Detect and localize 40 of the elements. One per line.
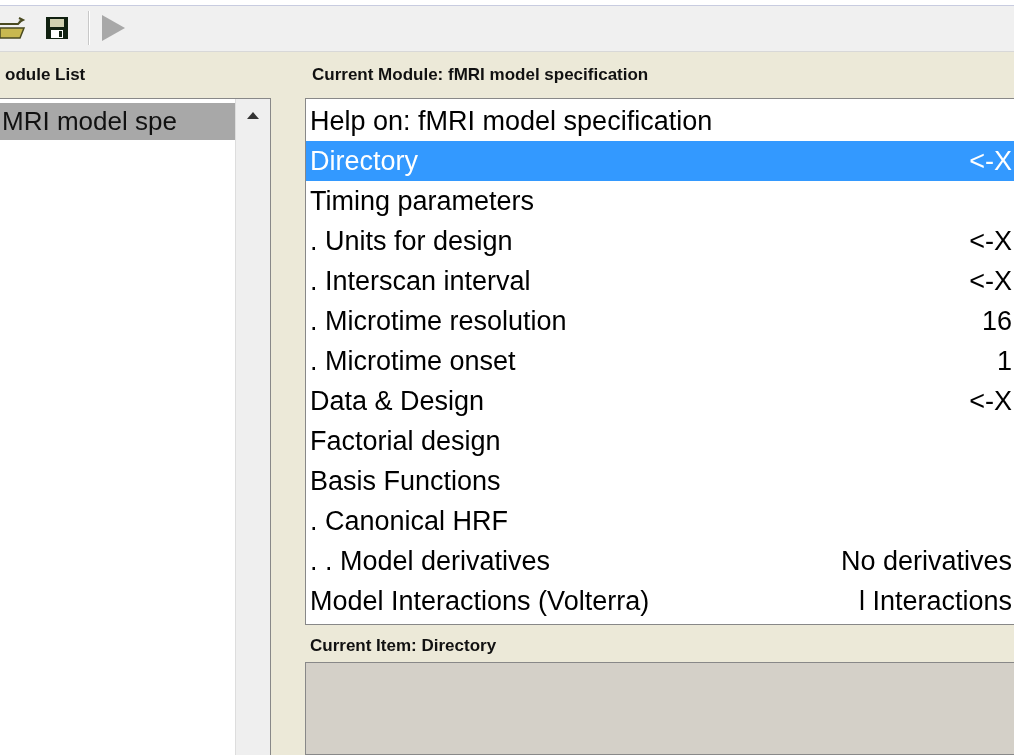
panel-title: Current Item: Directory — [309, 635, 498, 657]
item-label: . Microtime resolution — [310, 305, 567, 338]
scrollbar[interactable] — [235, 99, 270, 755]
settings-list-item[interactable]: Factorial design — [306, 421, 1014, 461]
item-value: <-X — [969, 145, 1012, 178]
item-label: . Microtime onset — [310, 345, 516, 378]
item-label: . Units for design — [310, 225, 513, 258]
settings-list-item[interactable]: . Units for design <-X — [306, 221, 1014, 261]
panel-title: odule List — [4, 64, 87, 86]
item-label: Model Interactions (Volterra) — [310, 585, 650, 618]
item-label: Factorial design — [310, 425, 501, 458]
panel-title: Current Module: fMRI model specification — [311, 64, 650, 86]
settings-list-item[interactable]: Timing parameters — [306, 181, 1014, 221]
settings-list-item[interactable]: . Microtime resolution 16 — [306, 301, 1014, 341]
item-label: Help on: fMRI model specification — [310, 105, 713, 138]
item-value: l Interactions — [858, 585, 1012, 618]
item-value: 1 — [996, 345, 1012, 378]
scroll-up-arrow-icon[interactable] — [247, 112, 259, 119]
item-label: Basis Functions — [310, 465, 501, 498]
settings-list-item[interactable]: . Canonical HRF — [306, 501, 1014, 541]
item-value: <-X — [969, 265, 1012, 298]
module-list-item[interactable]: MRI model spe — [0, 103, 235, 140]
settings-list-item[interactable]: . Interscan interval <-X — [306, 261, 1014, 301]
item-value: 16 — [981, 305, 1012, 338]
item-label: Directory — [310, 145, 418, 178]
item-value: <-X — [969, 385, 1012, 418]
settings-list-item[interactable]: . Microtime onset 1 — [306, 341, 1014, 381]
item-value: <-X — [969, 225, 1012, 258]
settings-list-item[interactable]: Data & Design <-X — [306, 381, 1014, 421]
item-label: Data & Design — [310, 385, 485, 418]
settings-list-item[interactable]: . . Model derivatives No derivatives — [306, 541, 1014, 581]
item-label: Timing parameters — [310, 185, 535, 218]
settings-list-item[interactable]: Basis Functions — [306, 461, 1014, 501]
item-value: No derivatives — [840, 545, 1012, 578]
item-label: . Interscan interval — [310, 265, 531, 298]
save-icon[interactable] — [45, 16, 69, 40]
settings-list-item[interactable]: Help on: fMRI model specification — [306, 101, 1014, 141]
item-label: . . Model derivatives — [310, 545, 551, 578]
item-label: . Canonical HRF — [310, 505, 509, 538]
settings-list-item[interactable]: Model Interactions (Volterra) l Interactions — [306, 581, 1014, 621]
